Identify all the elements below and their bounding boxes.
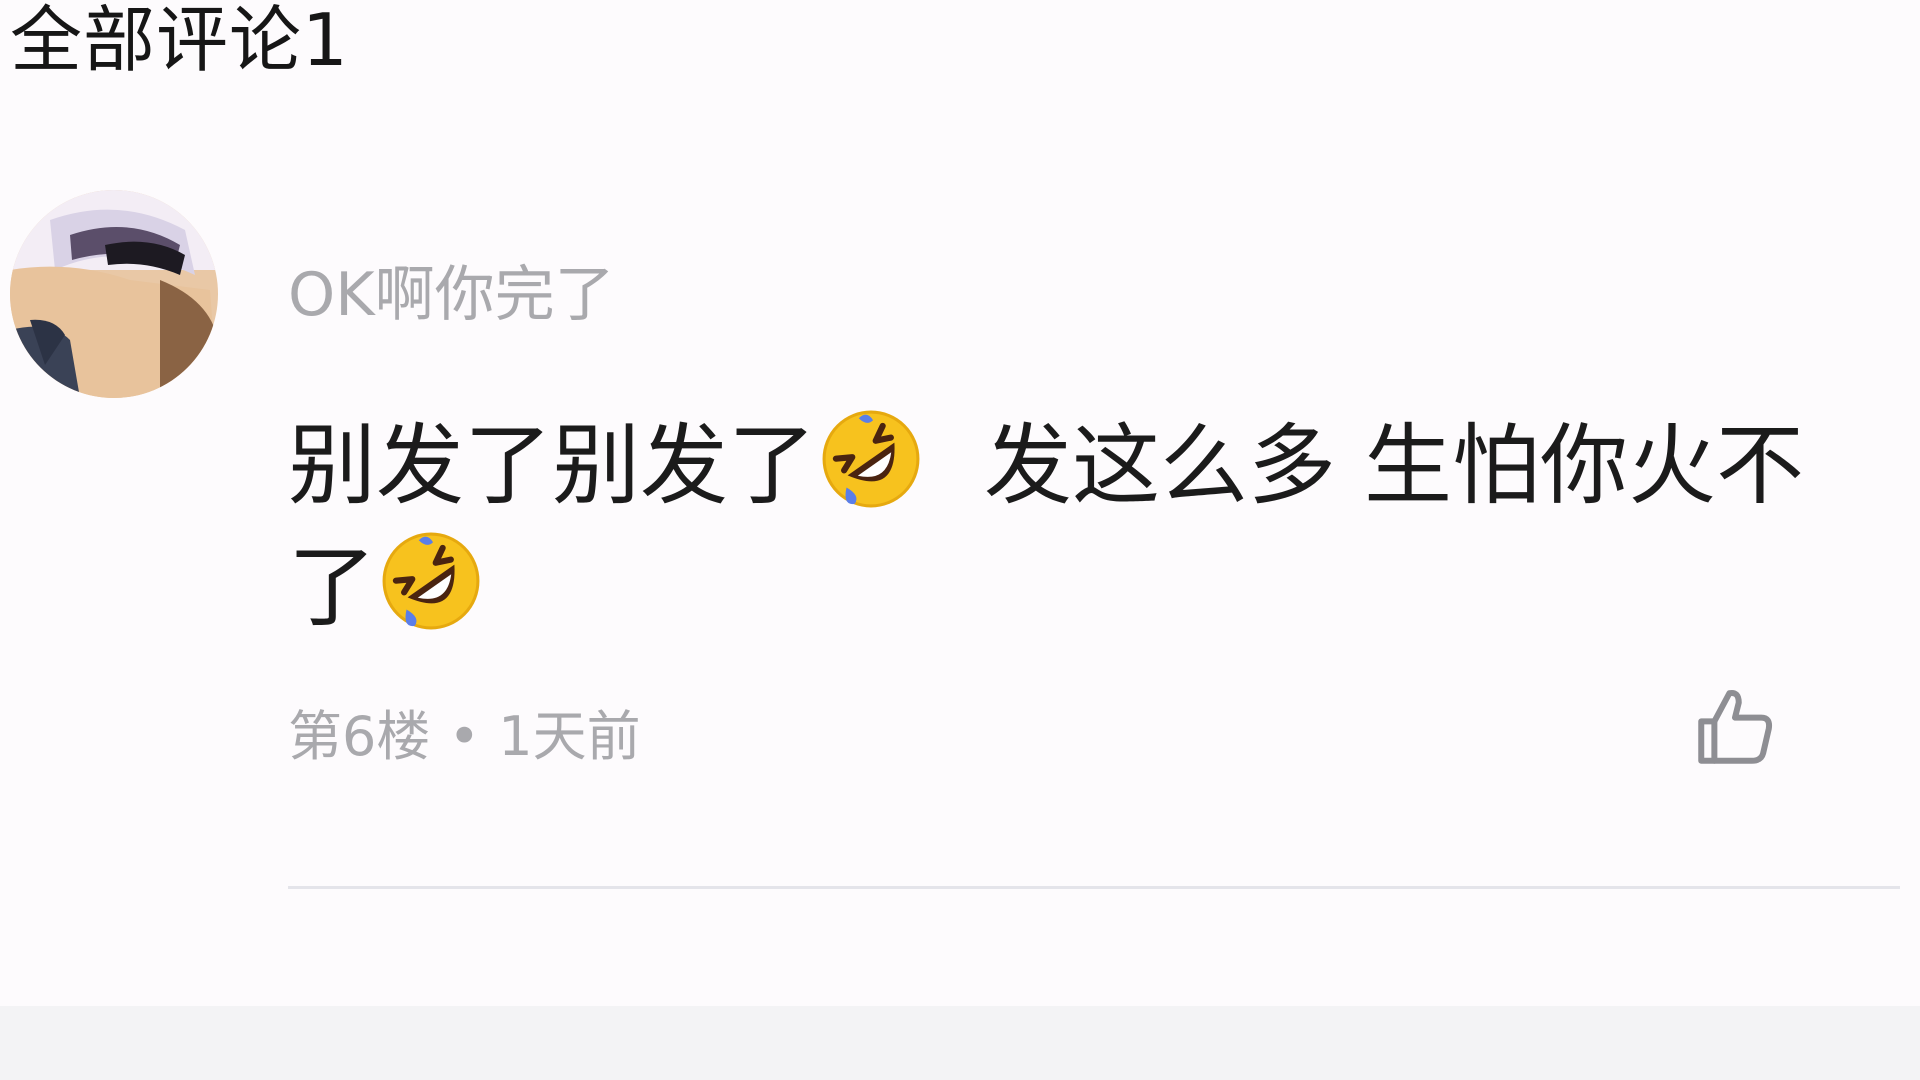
thumbs-up-icon [1698,689,1773,764]
comment-text-part-1: 别发了别发了 [288,414,817,517]
rofl-emoji-icon [820,408,922,510]
comment-text: 别发了别发了 发这么多 生怕你火不了 [288,405,1808,649]
floor-label: 第6楼 [288,705,431,768]
timestamp: 1天前 [498,705,641,768]
meta-separator: • [448,705,481,768]
rofl-emoji-icon [380,530,482,632]
avatar[interactable] [10,190,218,398]
bottom-bar [0,1006,1920,1080]
page-title: 全部评论1 [10,0,349,82]
divider [288,886,1900,889]
avatar-image [10,190,218,398]
username[interactable]: OK啊你完了 [288,260,615,330]
comment-item: OK啊你完了 别发了别发了 发这么多 生怕你火不了 第6楼 • 1天前 [0,190,1920,890]
like-button[interactable] [1690,682,1780,772]
comment-meta: 第6楼 • 1天前 [288,705,641,769]
